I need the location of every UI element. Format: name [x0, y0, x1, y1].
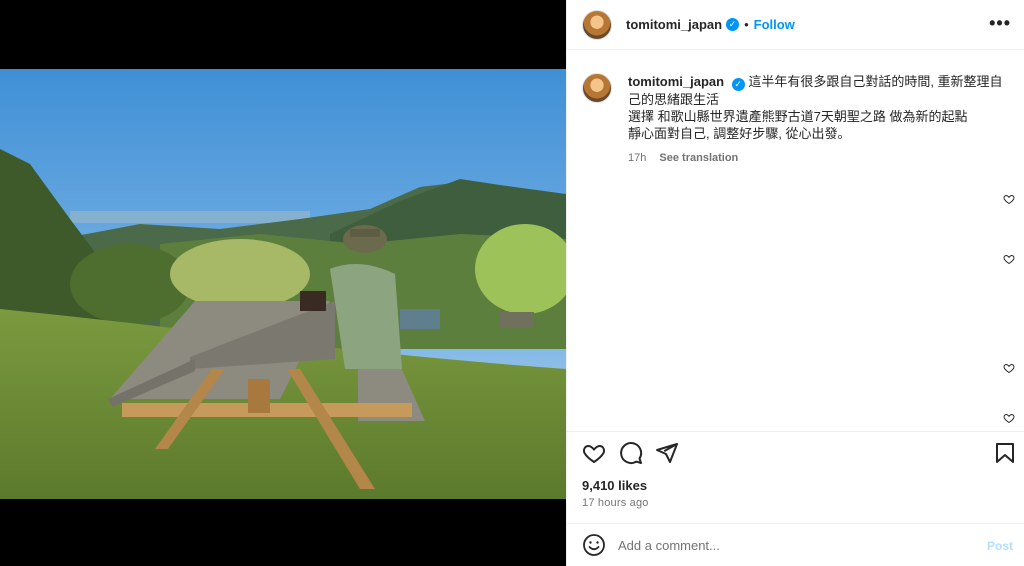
- post-media: [0, 0, 566, 566]
- comment-icon[interactable]: [619, 441, 643, 465]
- heart-icon[interactable]: [1003, 362, 1015, 374]
- photo-illustration: [0, 69, 566, 499]
- caption-meta: 17h See translation: [628, 150, 1012, 167]
- action-bar: [567, 431, 1024, 471]
- follow-button[interactable]: Follow: [754, 17, 795, 32]
- likes-count[interactable]: 9,410 likes: [582, 478, 647, 493]
- caption: tomitomi_japan ✓ 這半年有很多跟自己對話的時間, 重新整理自己的…: [582, 73, 1012, 167]
- share-icon[interactable]: [655, 441, 679, 465]
- comment-bar: Post: [567, 523, 1024, 566]
- avatar[interactable]: [582, 9, 612, 40]
- caption-verified-badge-icon: ✓: [731, 78, 745, 91]
- post-photo[interactable]: [0, 69, 566, 499]
- caption-line-3: 靜心面對自己, 調整好步驟, 從心出發。: [628, 126, 851, 141]
- caption-age: 17h: [628, 152, 647, 164]
- post-header: tomitomi_japan ✓ • Follow •••: [567, 0, 1024, 50]
- username-link[interactable]: tomitomi_japan: [626, 17, 722, 32]
- caption-avatar[interactable]: [582, 73, 612, 103]
- caption-text: tomitomi_japan ✓ 這半年有很多跟自己對話的時間, 重新整理自己的…: [628, 73, 1012, 167]
- bookmark-icon[interactable]: [993, 441, 1017, 465]
- post-comment-button[interactable]: Post: [987, 539, 1013, 553]
- heart-icon[interactable]: [1003, 412, 1015, 424]
- separator-dot: •: [744, 17, 749, 32]
- comment-input[interactable]: [618, 537, 958, 553]
- comments-area: tomitomi_japan ✓ 這半年有很多跟自己對話的時間, 重新整理自己的…: [567, 51, 1024, 431]
- heart-icon[interactable]: [1003, 253, 1015, 265]
- heart-icon[interactable]: [1003, 193, 1015, 205]
- more-options-icon[interactable]: •••: [989, 14, 1011, 32]
- verified-badge-icon: ✓: [726, 18, 740, 31]
- post-panel: tomitomi_japan ✓ • Follow ••• tomitomi_j…: [566, 0, 1024, 566]
- post-timestamp[interactable]: 17 hours ago: [582, 497, 649, 509]
- caption-username-link[interactable]: tomitomi_japan: [628, 74, 724, 89]
- caption-line-2: 選擇 和歌山縣世界遺產熊野古道7天朝聖之路 做為新的起點: [628, 109, 968, 124]
- emoji-icon[interactable]: [582, 533, 606, 557]
- heart-icon[interactable]: [582, 441, 606, 465]
- see-translation-link[interactable]: See translation: [659, 152, 738, 164]
